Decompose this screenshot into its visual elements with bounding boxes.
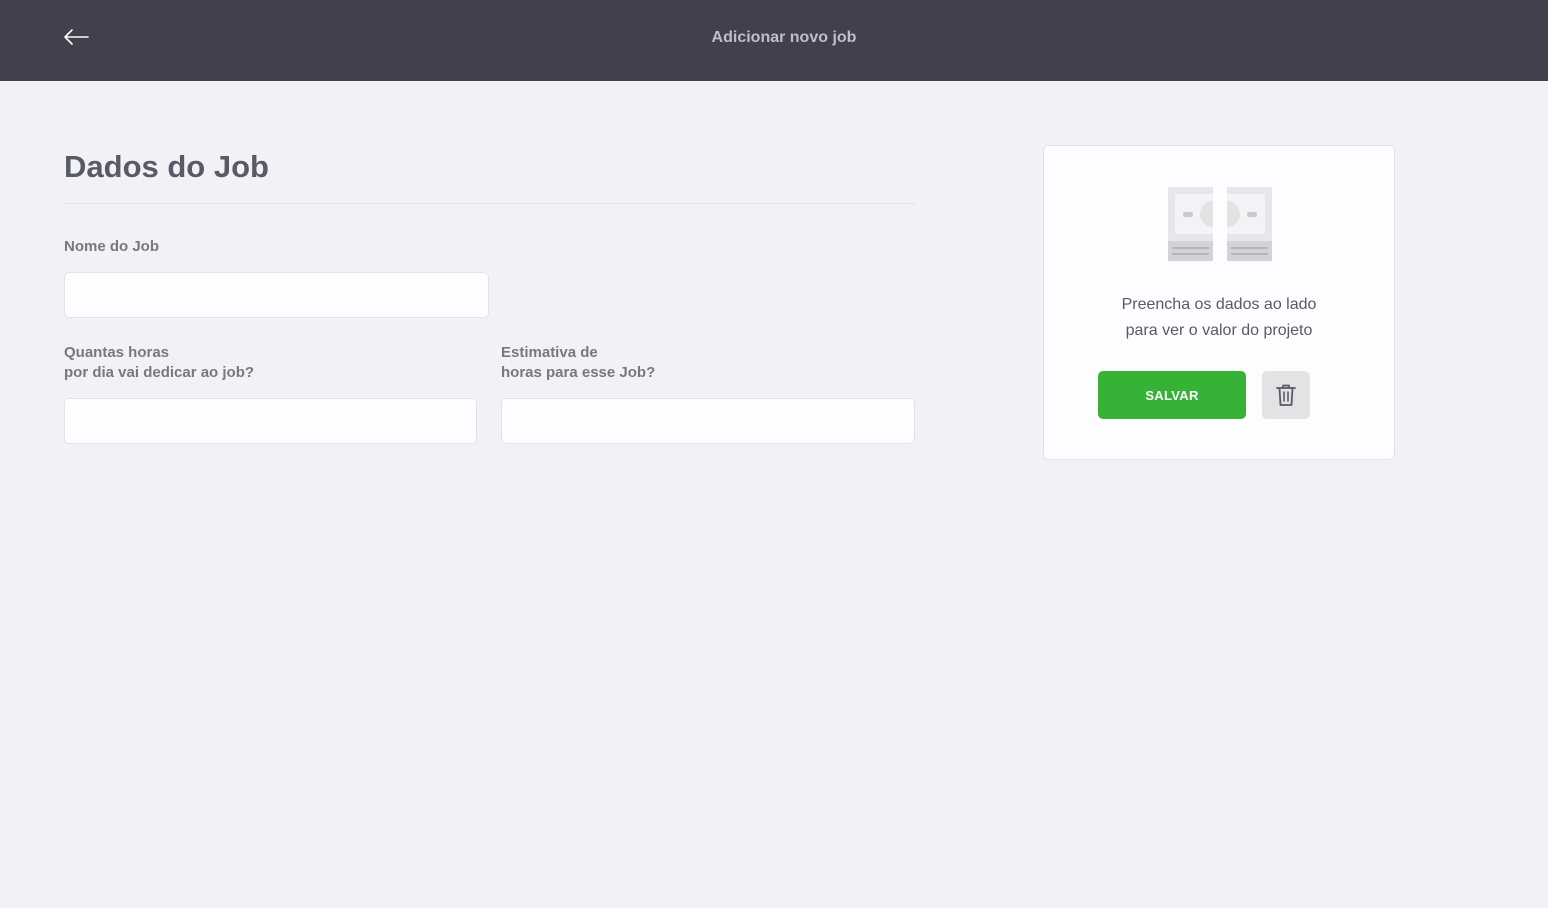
page-title: Adicionar novo job bbox=[711, 29, 857, 46]
daily-hours-label: Quantas horas por dia vai dedicar ao job… bbox=[64, 343, 254, 383]
job-name-label-line: Nome do Job bbox=[64, 238, 160, 255]
total-hours-label-line-2: horas para esse Job? bbox=[501, 364, 656, 381]
daily-hours-label-line-2: por dia vai dedicar ao job? bbox=[64, 364, 255, 381]
card-message-line-1: Preencha os dados ao lado bbox=[1121, 296, 1317, 313]
save-button[interactable]: SALVAR bbox=[1098, 371, 1246, 419]
job-name-input[interactable] bbox=[64, 272, 489, 318]
total-hours-label-line-1: Estimativa de bbox=[501, 344, 598, 361]
section-title: Dados do Job bbox=[64, 149, 269, 184]
daily-hours-label-line-1: Quantas horas bbox=[64, 344, 170, 361]
card-message: Preencha os dados ao lado para ver o val… bbox=[1044, 292, 1394, 344]
total-hours-input[interactable] bbox=[501, 398, 915, 444]
trash-icon bbox=[1276, 384, 1296, 406]
money-icon bbox=[1168, 187, 1272, 261]
daily-hours-input[interactable] bbox=[64, 398, 477, 444]
delete-button[interactable] bbox=[1262, 371, 1310, 419]
card-message-line-2: para ver o valor do projeto bbox=[1125, 322, 1313, 339]
total-hours-label: Estimativa de horas para esse Job? bbox=[501, 343, 655, 383]
job-name-label: Nome do Job bbox=[64, 237, 159, 257]
section-divider bbox=[64, 203, 915, 204]
top-bar: Adicionar novo job bbox=[0, 0, 1548, 81]
project-summary-card: Preencha os dados ao lado para ver o val… bbox=[1043, 145, 1395, 460]
